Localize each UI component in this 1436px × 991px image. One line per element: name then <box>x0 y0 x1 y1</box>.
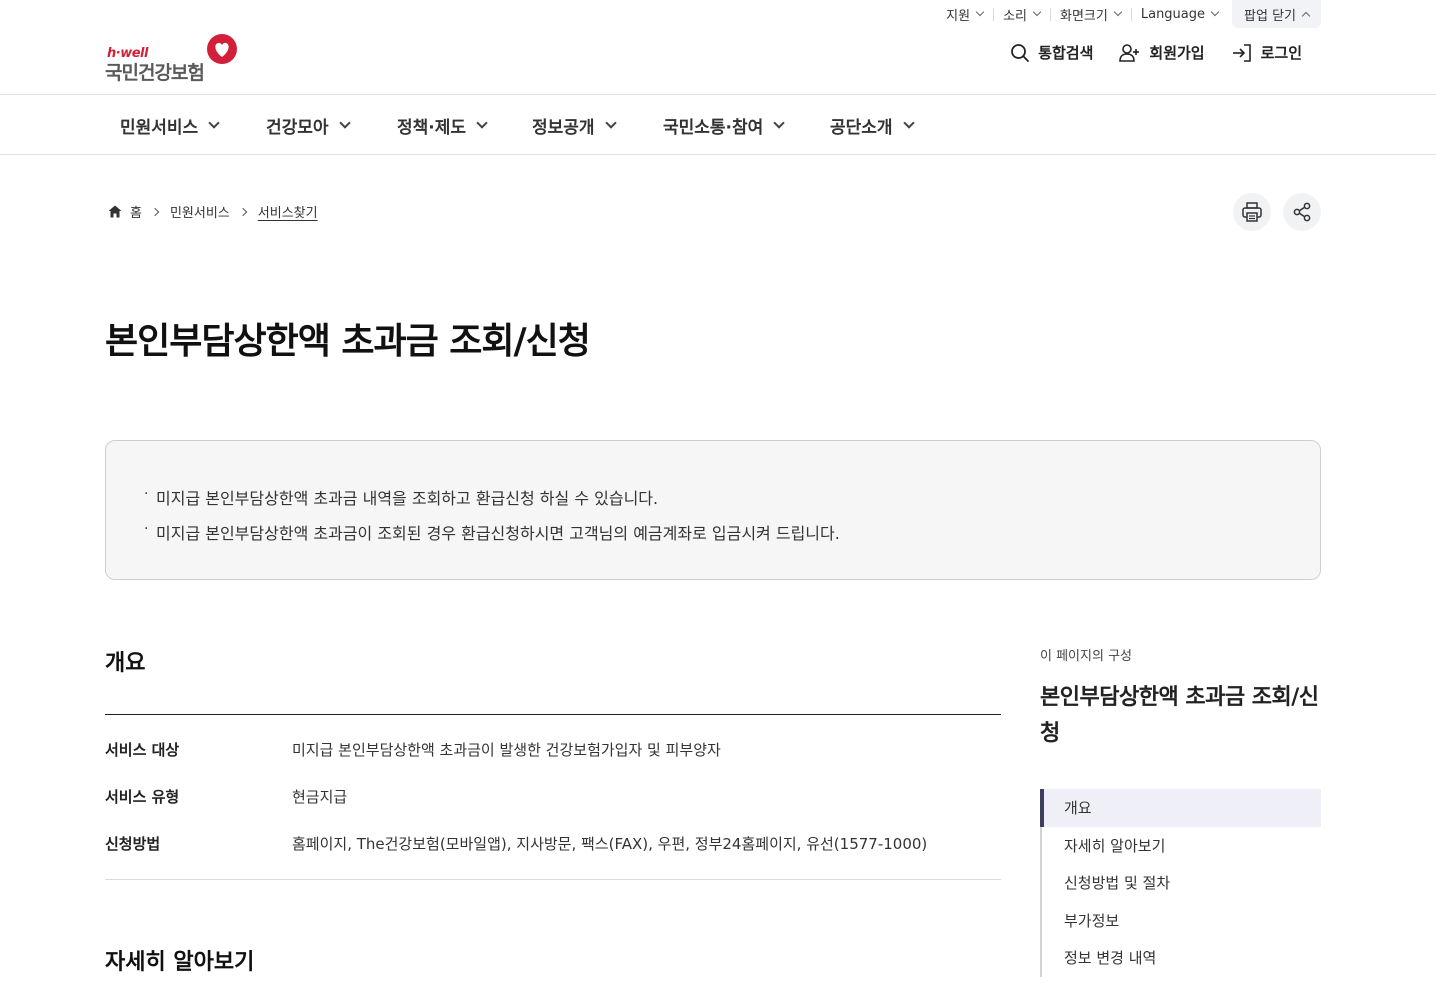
toc-item-change-history[interactable]: 정보 변경 내역 <box>1042 939 1321 977</box>
logo-name-text: 국민건강보험 <box>105 62 205 84</box>
chevron-right-icon <box>238 207 248 216</box>
nav-item-communication[interactable]: 국민소통·참여 <box>663 95 785 155</box>
support-menu[interactable]: 지원 <box>936 0 993 28</box>
login-link-label: 로그인 <box>1260 44 1302 62</box>
nav-label: 민원서비스 <box>120 117 199 138</box>
popup-close-button[interactable]: 팝업 닫기 <box>1232 0 1321 28</box>
chevron-down-icon <box>338 116 351 129</box>
overview-row: 신청방법 홈페이지, The건강보험(모바일앱), 지사방문, 팩스(FAX),… <box>105 833 927 854</box>
login-icon <box>1232 43 1251 62</box>
nav-label: 정보공개 <box>532 117 595 138</box>
page-title: 본인부담상한액 초과금 조회/신청 <box>105 321 591 362</box>
share-button[interactable] <box>1283 193 1321 231</box>
chevron-down-icon <box>208 116 220 129</box>
toc-item-overview[interactable]: 개요 <box>1040 789 1321 827</box>
toc-title: 본인부담상한액 초과금 조회/신청 <box>1040 685 1319 746</box>
overview-label: 신청방법 <box>105 835 161 853</box>
language-menu[interactable]: Language <box>1130 0 1228 28</box>
share-icon <box>1293 202 1311 222</box>
chevron-down-icon <box>1032 7 1042 17</box>
notice-item: 미지급 본인부담상한액 초과금 내역을 조회하고 환급신청 하실 수 있습니다. <box>144 477 1282 516</box>
overview-end-divider <box>105 879 1001 880</box>
login-link[interactable]: 로그인 <box>1231 42 1302 63</box>
notice-item: 미지급 본인부담상한액 초과금이 조회된 경우 환급신청하시면 고객님의 예금계… <box>144 512 1282 551</box>
nav-item-health-moa[interactable]: 건강모아 <box>266 95 351 155</box>
nav-item-info-disclosure[interactable]: 정보공개 <box>532 95 617 155</box>
toc-list: 개요 자세히 알아보기 신청방법 및 절차 부가정보 정보 변경 내역 <box>1040 789 1321 977</box>
print-icon <box>1242 202 1262 222</box>
chevron-down-icon <box>1113 7 1123 17</box>
overview-row: 서비스 유형 현금지급 <box>105 786 347 807</box>
print-button[interactable] <box>1233 193 1271 231</box>
header-links: 통합검색 회원가입 로그인 <box>1010 42 1302 63</box>
toc-item-procedure[interactable]: 신청방법 및 절차 <box>1042 864 1321 902</box>
chevron-down-icon <box>975 7 985 17</box>
sound-menu[interactable]: 소리 <box>993 0 1050 28</box>
join-link[interactable]: 회원가입 <box>1119 42 1205 63</box>
nav-label: 정책·제도 <box>397 117 467 138</box>
breadcrumb-current[interactable]: 서비스찾기 <box>258 202 318 221</box>
screen-size-menu[interactable]: 화면크기 <box>1050 0 1131 28</box>
overview-row: 서비스 대상 미지급 본인부담상한액 초과금이 발생한 건강보험가입자 및 피부… <box>105 739 721 760</box>
detail-heading: 자세히 알아보기 <box>105 950 255 975</box>
overview-value: 홈페이지, The건강보험(모바일앱), 지사방문, 팩스(FAX), 우편, … <box>292 835 928 853</box>
toc-item-additional-info[interactable]: 부가정보 <box>1042 902 1321 940</box>
user-add-icon <box>1119 43 1140 62</box>
language-label: Language <box>1140 6 1206 22</box>
overview-value: 현금지급 <box>292 788 348 806</box>
overview-label: 서비스 대상 <box>105 741 180 759</box>
nav-item-policy[interactable]: 정책·제도 <box>397 95 488 155</box>
search-icon <box>1011 43 1030 62</box>
overview-divider <box>105 714 1001 715</box>
integrated-search-link[interactable]: 통합검색 <box>1010 42 1093 63</box>
breadcrumb-home[interactable]: 홈 <box>130 202 142 221</box>
popup-close-label: 팝업 닫기 <box>1244 8 1296 24</box>
chevron-up-icon <box>1301 11 1311 20</box>
toc-caption: 이 페이지의 구성 <box>1040 649 1132 664</box>
nav-label: 공단소개 <box>830 117 893 138</box>
nav-label: 국민소통·참여 <box>663 117 764 138</box>
heart-logo-icon <box>207 34 237 64</box>
overview-heading: 개요 <box>105 651 146 676</box>
breadcrumb: 홈 민원서비스 서비스찾기 <box>108 202 318 221</box>
chevron-down-icon <box>773 116 785 129</box>
chevron-down-icon <box>902 116 915 129</box>
screen-size-label: 화면크기 <box>1060 8 1108 24</box>
site-logo[interactable]: h·well 국민건강보험 <box>105 33 245 84</box>
overview-label: 서비스 유형 <box>105 788 180 806</box>
search-link-label: 통합검색 <box>1038 44 1094 62</box>
breadcrumb-civil-service[interactable]: 민원서비스 <box>170 202 230 221</box>
main-navigation: 민원서비스 건강모아 정책·제도 정보공개 국민소통·참여 공단소개 <box>0 94 1436 155</box>
chevron-down-icon <box>476 116 488 129</box>
chevron-right-icon <box>150 207 160 216</box>
toc-item-detail[interactable]: 자세히 알아보기 <box>1042 827 1321 865</box>
sound-label: 소리 <box>1003 8 1028 24</box>
nav-item-civil-service[interactable]: 민원서비스 <box>120 95 220 155</box>
chevron-down-icon <box>604 116 617 129</box>
nav-label: 건강모아 <box>266 117 329 138</box>
home-icon <box>108 205 122 218</box>
join-link-label: 회원가입 <box>1149 44 1205 62</box>
nav-item-about[interactable]: 공단소개 <box>830 95 915 155</box>
utility-bar: 지원 소리 화면크기 Language 팝업 닫기 <box>936 0 1321 28</box>
chevron-down-icon <box>1210 7 1220 17</box>
overview-value: 미지급 본인부담상한액 초과금이 발생한 건강보험가입자 및 피부양자 <box>292 741 721 759</box>
support-label: 지원 <box>946 8 971 24</box>
notice-box: 미지급 본인부담상한액 초과금 내역을 조회하고 환급신청 하실 수 있습니다.… <box>105 440 1321 580</box>
